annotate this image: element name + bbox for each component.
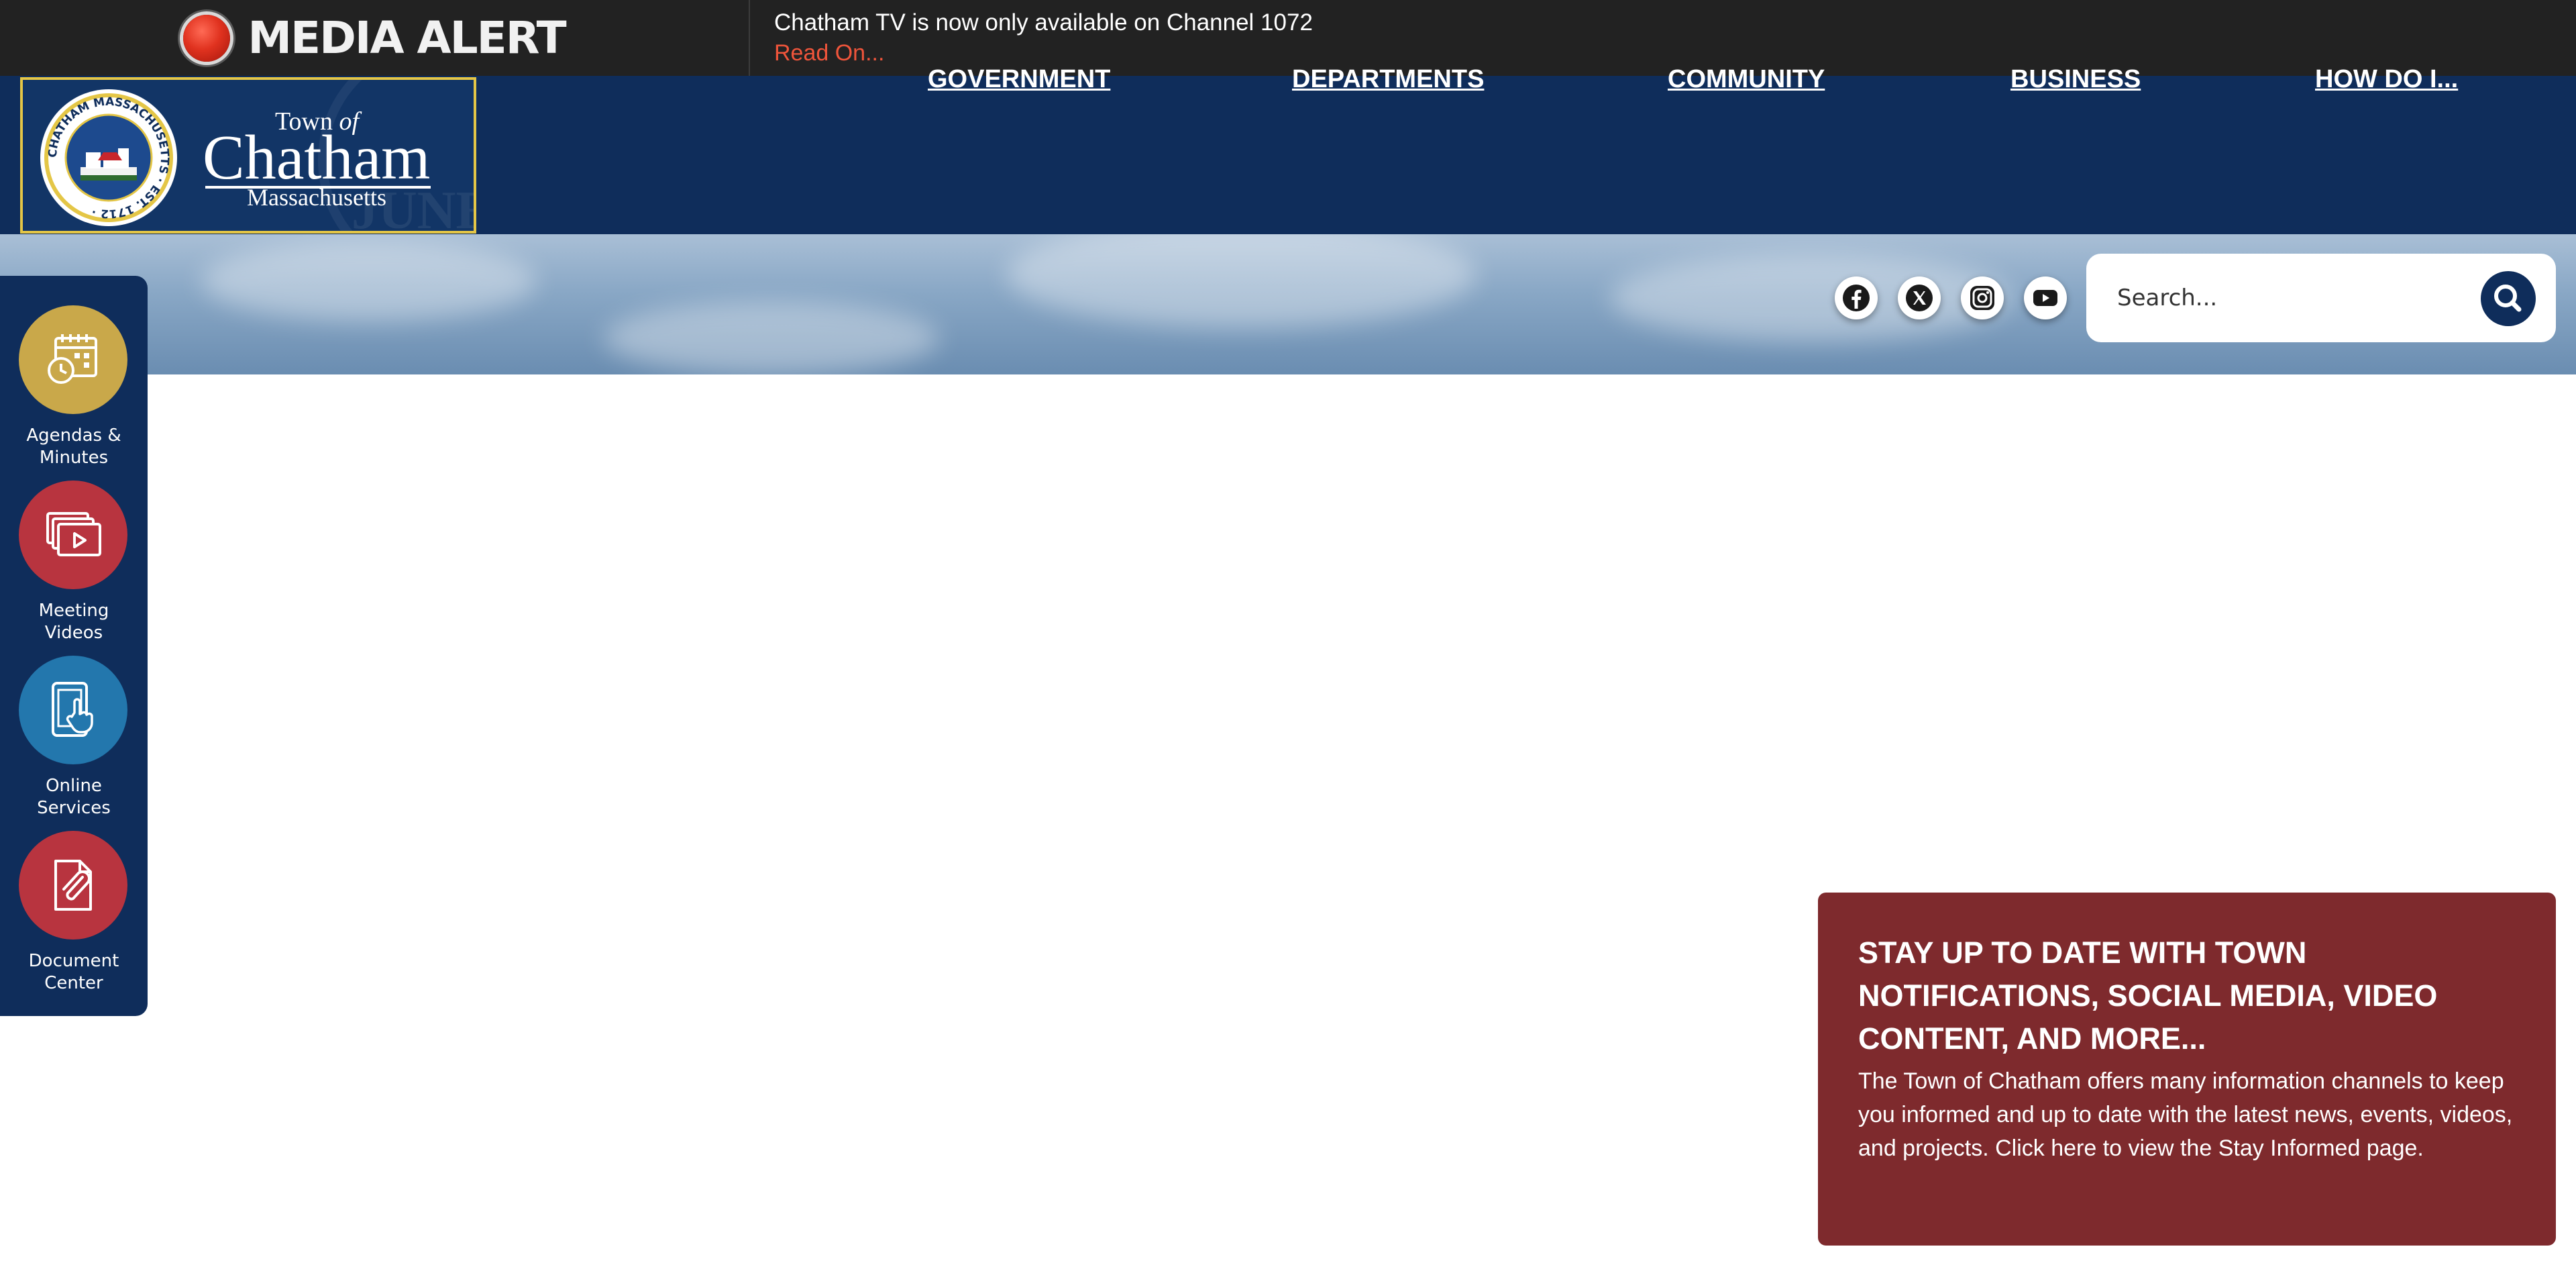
stay-informed-card[interactable]: STAY UP TO DATE WITH TOWN NOTIFICATIONS,… — [1818, 893, 2556, 1246]
quick-links-sidebar: Agendas & Minutes Meeting Videos Online … — [0, 276, 148, 1016]
town-logo-home-link[interactable]: JUNE 11 CHATHAM MASSACHUSETTS · EST. 171… — [20, 77, 476, 234]
youtube-glyph — [2033, 290, 2057, 306]
banner-cloud — [201, 241, 537, 321]
banner-cloud — [1610, 254, 2012, 342]
nav-how-do-i[interactable]: HOW DO I... — [2315, 0, 2458, 158]
document-paperclip-glyph — [54, 860, 92, 911]
stay-informed-title: STAY UP TO DATE WITH TOWN NOTIFICATIONS,… — [1858, 936, 2438, 1056]
banner-cloud — [1006, 234, 1476, 328]
nav-government[interactable]: GOVERNMENT — [928, 0, 1110, 158]
quick-link-label: Online Services — [37, 776, 111, 818]
stay-informed-description: The Town of Chatham offers many informat… — [1858, 1068, 2513, 1161]
tablet-touch-glyph — [52, 682, 93, 737]
instagram-glyph — [1970, 286, 1994, 310]
video-stack-glyph — [46, 512, 101, 556]
quick-link-label: Meeting Videos — [38, 601, 109, 643]
quick-link-label: Document Center — [28, 951, 119, 993]
search-icon — [2494, 285, 2522, 312]
alert-light-icon — [183, 14, 231, 62]
media-alert-title: MEDIA ALERT — [248, 12, 566, 64]
media-alert-heading: MEDIA ALERT — [0, 0, 750, 76]
nav-community[interactable]: COMMUNITY — [1668, 0, 1825, 158]
tablet-touch-icon — [19, 656, 127, 764]
calendar-clock-icon — [19, 305, 127, 414]
nav-business[interactable]: BUSINESS — [2010, 0, 2141, 158]
youtube-icon[interactable] — [2024, 276, 2067, 319]
calendar-clock-glyph — [48, 334, 97, 384]
town-seal-icon: CHATHAM MASSACHUSETTS · EST. 1712 · — [40, 89, 177, 226]
x-twitter-icon[interactable] — [1898, 276, 1941, 319]
media-alert-read-on-link[interactable]: Read On... — [774, 40, 884, 66]
facebook-icon[interactable] — [1835, 276, 1878, 319]
nav-departments[interactable]: DEPARTMENTS — [1292, 0, 1484, 158]
media-alert-bar: MEDIA ALERT Chatham TV is now only avail… — [0, 0, 2576, 76]
instagram-icon[interactable] — [1961, 276, 2004, 319]
document-paperclip-icon — [19, 831, 127, 940]
quick-link-label: Agendas & Minutes — [26, 425, 121, 468]
logo-town-name: Chatham — [203, 123, 431, 193]
facebook-glyph — [1843, 285, 1870, 311]
search-input[interactable] — [2117, 274, 2466, 322]
search-button[interactable] — [2481, 271, 2536, 326]
site-search — [2086, 254, 2556, 342]
logo-state-name: Massachusetts — [247, 184, 386, 211]
banner-cloud — [604, 301, 939, 374]
video-stack-icon — [19, 481, 127, 589]
x-glyph — [1906, 285, 1933, 311]
